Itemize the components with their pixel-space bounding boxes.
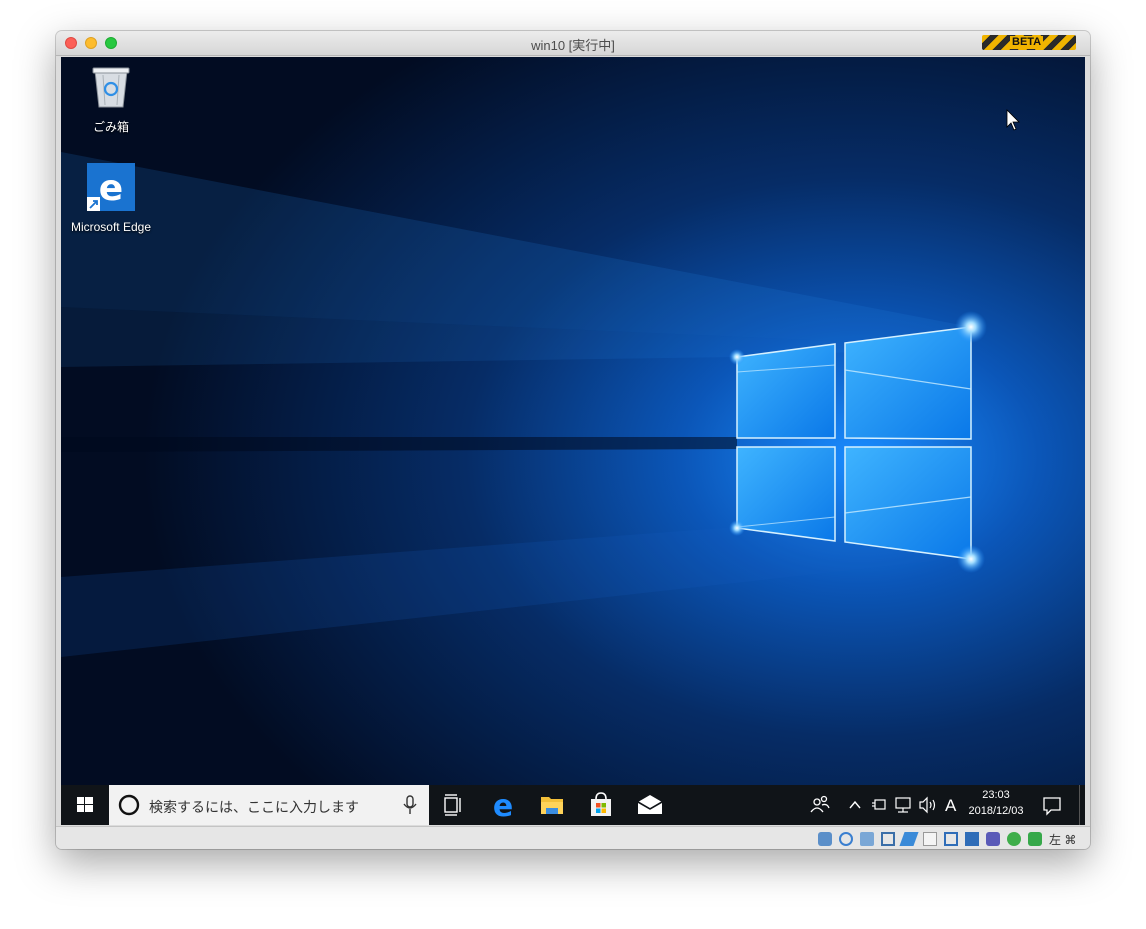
- notification-icon: [1043, 797, 1061, 816]
- cortana-icon: [118, 794, 140, 816]
- show-hidden-icons-button[interactable]: [847, 785, 863, 825]
- recycle-bin-icon: [92, 67, 130, 108]
- show-desktop-button[interactable]: [1079, 785, 1085, 825]
- desktop-icon-edge[interactable]: e Microsoft Edge: [63, 163, 159, 234]
- title-bar[interactable]: win10 [実行中] BETA: [56, 31, 1090, 56]
- network-adapter-icon[interactable]: [881, 832, 895, 846]
- network-icon: [895, 797, 911, 813]
- video-capture-icon[interactable]: [965, 832, 979, 846]
- clock-date: 2018/12/03: [968, 805, 1024, 817]
- search-box[interactable]: 検索するには、ここに入力します: [109, 785, 429, 825]
- vm-status-bar: 左 ⌘: [56, 826, 1090, 849]
- taskbar-explorer-button[interactable]: [532, 785, 572, 825]
- guest-screen[interactable]: ごみ箱 e Microsoft Edge 検索するには、ここに入力します e A…: [61, 57, 1085, 825]
- guest-additions-icon[interactable]: [1007, 832, 1021, 846]
- power-plug-icon: [872, 799, 886, 810]
- audio-icon[interactable]: [860, 832, 874, 846]
- virtualization-icon[interactable]: [986, 832, 1000, 846]
- svg-text:e: e: [99, 168, 123, 209]
- action-center-button[interactable]: [1037, 785, 1067, 825]
- desktop-wallpaper: [61, 57, 1085, 785]
- usb-icon[interactable]: [899, 832, 919, 846]
- file-explorer-icon: [541, 797, 563, 814]
- search-placeholder: 検索するには、ここに入力します: [149, 799, 359, 815]
- taskbar-edge-button[interactable]: e: [483, 785, 523, 825]
- desktop-icon-label: Microsoft Edge: [70, 220, 152, 234]
- beta-badge: BETA: [982, 35, 1076, 50]
- task-view-icon: [444, 794, 461, 816]
- hard-disk-icon[interactable]: [818, 832, 832, 846]
- download-arrow-icon[interactable]: [1028, 832, 1042, 846]
- window-title: win10 [実行中]: [531, 38, 615, 53]
- people-button[interactable]: [805, 785, 835, 825]
- store-icon: [591, 792, 611, 816]
- shared-folder-icon[interactable]: [923, 832, 937, 846]
- taskbar: 検索するには、ここに入力します e A 23:03 2018/12/03: [61, 785, 1085, 825]
- edge-icon: e: [87, 163, 135, 211]
- ime-indicator[interactable]: A: [945, 796, 956, 816]
- virtualbox-window: win10 [実行中] BETA ごみ箱 e Microsoft Edge 検索…: [56, 31, 1090, 849]
- network-tray-button[interactable]: [893, 785, 913, 825]
- edge-icon: e: [493, 789, 513, 824]
- svg-text:e: e: [493, 789, 513, 824]
- optical-drive-icon[interactable]: [839, 832, 853, 846]
- chevron-up-icon: [849, 800, 861, 809]
- desktop-icon-label: ごみ箱: [92, 120, 129, 134]
- display-icon[interactable]: [944, 832, 958, 846]
- taskbar-store-button[interactable]: [581, 785, 621, 825]
- beta-label: BETA: [1010, 36, 1044, 49]
- desktop-icon-recycle-bin[interactable]: ごみ箱: [63, 65, 159, 135]
- windows-logo-icon: [77, 797, 93, 812]
- speaker-icon: [919, 796, 936, 814]
- volume-tray-button[interactable]: [917, 785, 939, 825]
- start-button[interactable]: [61, 785, 109, 825]
- task-view-button[interactable]: [433, 785, 473, 825]
- host-key-indicator: 左 ⌘: [1049, 833, 1077, 847]
- mail-icon: [637, 795, 663, 814]
- people-icon: [810, 795, 830, 813]
- clock[interactable]: 23:03 2018/12/03: [961, 789, 1031, 817]
- clock-time: 23:03: [982, 789, 1010, 801]
- power-tray-button[interactable]: [869, 785, 889, 825]
- taskbar-mail-button[interactable]: [630, 785, 670, 825]
- microphone-icon[interactable]: [403, 795, 417, 815]
